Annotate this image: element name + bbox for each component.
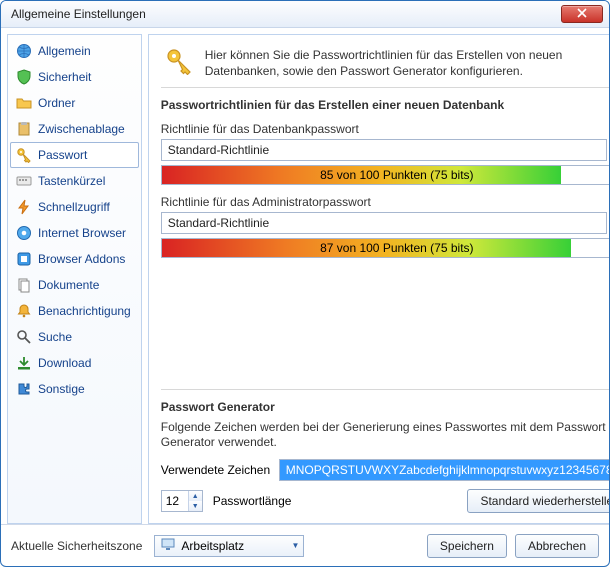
info-banner: Hier können Sie die Passwortrichtlinien … bbox=[161, 45, 610, 88]
sidebar-item-label: Internet Browser bbox=[38, 226, 126, 240]
sidebar-item-label: Tastenkürzel bbox=[38, 174, 105, 188]
sidebar-item-label: Browser Addons bbox=[38, 252, 125, 266]
security-zone-label: Aktuelle Sicherheitszone bbox=[11, 539, 142, 553]
save-button[interactable]: Speichern bbox=[427, 534, 507, 558]
settings-window: Allgemeine Einstellungen Allgemein Siche… bbox=[0, 0, 610, 567]
sidebar-item-label: Passwort bbox=[38, 148, 87, 162]
sidebar-item-label: Dokumente bbox=[38, 278, 99, 292]
chars-input[interactable]: MNOPQRSTUVWXYZabcdefghijklmnopqrstuvwxyz… bbox=[279, 459, 610, 481]
sidebar-item-label: Allgemein bbox=[38, 44, 91, 58]
key-icon bbox=[16, 147, 32, 163]
bell-icon bbox=[16, 303, 32, 319]
chars-label: Verwendete Zeichen bbox=[161, 463, 273, 477]
addon-icon bbox=[16, 251, 32, 267]
sidebar-item-download[interactable]: Download bbox=[10, 350, 139, 376]
db-policy-input[interactable]: Standard-Richtlinie bbox=[161, 139, 607, 161]
footer: Aktuelle Sicherheitszone Arbeitsplatz ▼ … bbox=[1, 524, 609, 566]
sidebar-item-suche[interactable]: Suche bbox=[10, 324, 139, 350]
download-icon bbox=[16, 355, 32, 371]
length-spinner[interactable]: ▲ ▼ bbox=[161, 490, 203, 512]
sidebar-item-tastenkuerzel[interactable]: Tastenkürzel bbox=[10, 168, 139, 194]
quickaccess-icon bbox=[16, 199, 32, 215]
generator-section-title: Passwort Generator bbox=[161, 400, 610, 414]
sidebar-item-passwort[interactable]: Passwort bbox=[10, 142, 139, 168]
close-button[interactable] bbox=[561, 5, 603, 23]
length-label: Passwortlänge bbox=[213, 494, 292, 508]
spinner-up[interactable]: ▲ bbox=[189, 491, 202, 501]
db-policy-score-text: 85 von 100 Punkten (75 bits) bbox=[320, 168, 473, 182]
folder-icon bbox=[16, 95, 32, 111]
reset-defaults-button[interactable]: Standard wiederherstellen bbox=[467, 489, 610, 513]
admin-policy-strength-meter: 87 von 100 Punkten (75 bits) bbox=[161, 238, 610, 258]
sidebar-item-allgemein[interactable]: Allgemein bbox=[10, 38, 139, 64]
sidebar-item-ordner[interactable]: Ordner bbox=[10, 90, 139, 116]
shortcut-icon bbox=[16, 173, 32, 189]
sidebar-item-label: Suche bbox=[38, 330, 72, 344]
sidebar: Allgemein Sicherheit Ordner Zwischenabla… bbox=[7, 34, 142, 524]
admin-policy-input[interactable]: Standard-Richtlinie bbox=[161, 212, 607, 234]
sidebar-item-label: Zwischenablage bbox=[38, 122, 125, 136]
sidebar-item-zwischenablage[interactable]: Zwischenablage bbox=[10, 116, 139, 142]
titlebar: Allgemeine Einstellungen bbox=[1, 1, 609, 28]
browser-icon bbox=[16, 225, 32, 241]
generator-desc: Folgende Zeichen werden bei der Generier… bbox=[161, 420, 610, 451]
security-zone-combo[interactable]: Arbeitsplatz ▼ bbox=[154, 535, 304, 557]
main-panel: Hier können Sie die Passwortrichtlinien … bbox=[148, 34, 610, 524]
sidebar-item-label: Download bbox=[38, 356, 91, 370]
sidebar-item-dokumente[interactable]: Dokumente bbox=[10, 272, 139, 298]
window-title: Allgemeine Einstellungen bbox=[11, 7, 146, 21]
shield-icon bbox=[16, 69, 32, 85]
sidebar-item-sicherheit[interactable]: Sicherheit bbox=[10, 64, 139, 90]
sidebar-item-browser-addons[interactable]: Browser Addons bbox=[10, 246, 139, 272]
search-icon bbox=[16, 329, 32, 345]
security-zone-value: Arbeitsplatz bbox=[181, 539, 244, 553]
sidebar-item-label: Ordner bbox=[38, 96, 75, 110]
window-body: Allgemein Sicherheit Ordner Zwischenabla… bbox=[1, 28, 609, 524]
spinner-down[interactable]: ▼ bbox=[189, 501, 202, 511]
key-large-icon bbox=[165, 47, 193, 75]
sidebar-item-schnellzugriff[interactable]: Schnellzugriff bbox=[10, 194, 139, 220]
documents-icon bbox=[16, 277, 32, 293]
sidebar-item-benachrichtigung[interactable]: Benachrichtigung bbox=[10, 298, 139, 324]
db-policy-strength-meter: 85 von 100 Punkten (75 bits) bbox=[161, 165, 610, 185]
db-policy-label: Richtlinie für das Datenbankpasswort bbox=[161, 122, 610, 136]
close-icon bbox=[577, 7, 587, 21]
workstation-icon bbox=[161, 537, 175, 554]
policies-section-title: Passwortrichtlinien für das Erstellen ei… bbox=[161, 98, 610, 112]
sidebar-item-sonstige[interactable]: Sonstige bbox=[10, 376, 139, 402]
sidebar-item-label: Schnellzugriff bbox=[38, 200, 110, 214]
sidebar-item-label: Sicherheit bbox=[38, 70, 91, 84]
banner-text: Hier können Sie die Passwortrichtlinien … bbox=[205, 47, 610, 79]
globe-icon bbox=[16, 43, 32, 59]
cancel-button[interactable]: Abbrechen bbox=[515, 534, 599, 558]
clipboard-icon bbox=[16, 121, 32, 137]
chevron-down-icon: ▼ bbox=[292, 541, 300, 550]
sidebar-item-label: Sonstige bbox=[38, 382, 85, 396]
admin-policy-label: Richtlinie für das Administratorpasswort bbox=[161, 195, 610, 209]
sidebar-item-internet-browser[interactable]: Internet Browser bbox=[10, 220, 139, 246]
length-input[interactable] bbox=[162, 494, 188, 508]
admin-policy-score-text: 87 von 100 Punkten (75 bits) bbox=[320, 241, 473, 255]
sidebar-item-label: Benachrichtigung bbox=[38, 304, 131, 318]
puzzle-icon bbox=[16, 381, 32, 397]
